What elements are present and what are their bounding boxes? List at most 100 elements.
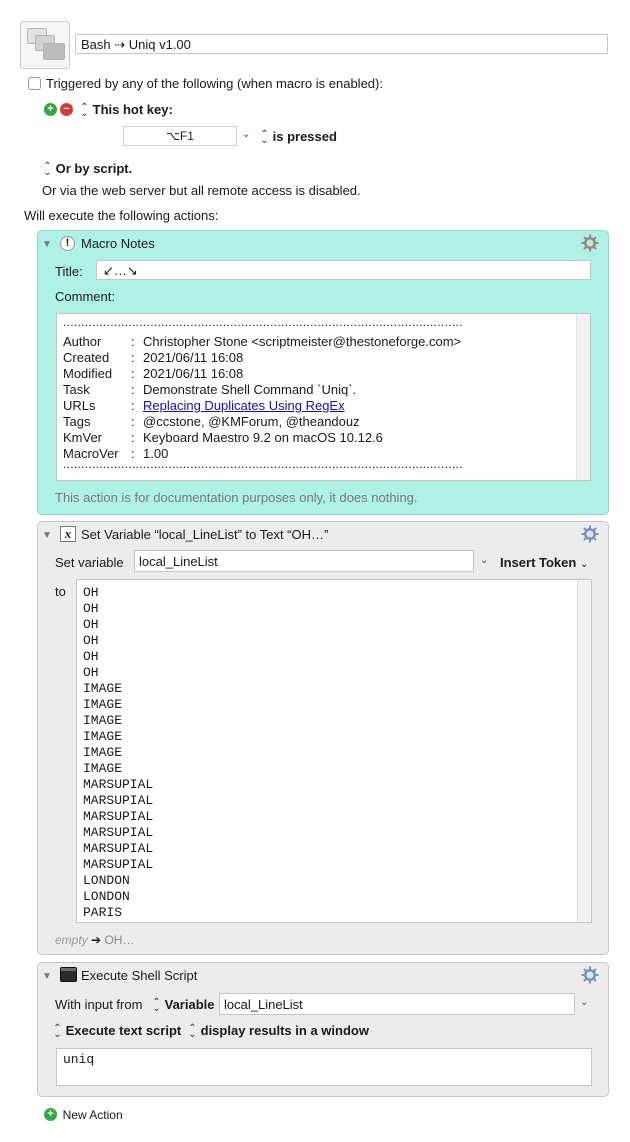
set-variable-label: Set variable <box>55 555 124 570</box>
gear-icon[interactable] <box>581 525 599 543</box>
chevron-down-icon: ⌄ <box>579 559 589 570</box>
disclosure-triangle-icon[interactable]: ▼ <box>42 530 52 541</box>
note-value: @ccstone, @KMForum, @theandouz <box>143 414 360 429</box>
updown-chevron-icon: ⌃ ⌄ <box>53 1022 62 1040</box>
chevron-down-icon[interactable]: ⌄ <box>242 129 250 140</box>
macro-notes-action[interactable]: ▼ ! Macro Notes Title: ↙…↘ Comment: ....… <box>37 230 609 515</box>
macro-icon-shape-3 <box>43 43 65 60</box>
note-separator: : <box>131 414 135 429</box>
execute-mode-popup[interactable]: ⌃ ⌄ Execute text script <box>53 1022 182 1040</box>
add-icon: + <box>44 1108 57 1122</box>
disclosure-triangle-icon[interactable]: ▼ <box>42 971 52 982</box>
arrow-right-icon: ➔ <box>91 933 102 947</box>
note-key: Task <box>63 382 90 397</box>
script-text-field[interactable]: uniq <box>56 1048 592 1086</box>
gear-icon[interactable] <box>581 966 599 984</box>
updown-chevron-icon: ⌃ ⌄ <box>260 128 269 146</box>
input-variable-field[interactable]: local_LineList <box>219 993 575 1015</box>
or-by-script-label: Or by script. <box>55 161 133 176</box>
note-value: 2021/06/11 16:08 <box>143 350 244 365</box>
variable-name-field[interactable]: local_LineList <box>134 550 474 572</box>
hotkey-field[interactable]: ⌥F1 <box>123 126 237 146</box>
text-line: IMAGE <box>83 681 123 696</box>
execute-shell-script-action[interactable]: ▼ Execute Shell Script With input from ⌃… <box>37 962 609 1097</box>
action-title: Set Variable “local_LineList” to Text “O… <box>81 527 329 542</box>
new-action-label: New Action <box>62 1107 123 1122</box>
macro-title-field[interactable]: Bash ⇢ Uniq v1.00 <box>75 34 608 54</box>
or-by-script-popup[interactable]: ⌃ ⌄ Or by script. <box>43 160 133 178</box>
text-line: PARIS <box>83 905 123 920</box>
exclamation-icon: ! <box>60 236 75 251</box>
title-label: Title: <box>55 264 83 279</box>
action-title: Execute Shell Script <box>81 968 198 983</box>
action-title: Macro Notes <box>81 236 155 251</box>
note-separator: : <box>131 334 135 349</box>
note-value: Keyboard Maestro 9.2 on macOS 10.12.6 <box>143 430 383 445</box>
updown-chevron-icon: ⌃ ⌄ <box>152 996 161 1014</box>
updown-chevron-icon: ⌃ ⌄ <box>43 160 52 178</box>
note-value: Demonstrate Shell Command `Uniq`. <box>143 382 357 397</box>
hotkey-trigger-popup[interactable]: ⌃ ⌄ This hot key: <box>80 102 173 118</box>
input-type-popup[interactable]: ⌃ ⌄ Variable <box>152 996 214 1014</box>
comment-field[interactable]: ........................................… <box>56 313 591 481</box>
empty-label: empty <box>55 933 88 947</box>
is-pressed-label: is pressed <box>272 129 337 144</box>
dotted-line-bottom: ........................................… <box>63 457 463 471</box>
note-separator: : <box>131 382 135 397</box>
text-line: OH <box>83 617 99 632</box>
triggered-checkbox[interactable] <box>28 77 41 90</box>
note-key: Modified <box>63 366 113 381</box>
new-action-button[interactable]: + New Action <box>44 1106 123 1122</box>
notes-footer: This action is for documentation purpose… <box>55 490 418 505</box>
is-pressed-popup[interactable]: ⌃ ⌄ is pressed <box>260 128 337 146</box>
note-key: URLs <box>63 398 96 413</box>
chevron-down-icon[interactable]: ⌄ <box>480 555 488 566</box>
text-line: MARSUPIAL <box>83 825 154 840</box>
text-line: IMAGE <box>83 761 123 776</box>
display-mode-label: display results in a window <box>200 1023 369 1038</box>
note-value: 2021/06/11 16:08 <box>143 366 244 381</box>
add-trigger-icon[interactable]: + <box>44 103 57 116</box>
text-line: LONDON <box>83 873 130 888</box>
text-lines: OH OH OH OH OH OH IMAGE IMAGE IMAGE IMAGE IMAGE IMA… <box>83 585 563 920</box>
terminal-icon <box>60 967 77 982</box>
preview-value: OH… <box>104 933 135 947</box>
note-url-link[interactable]: Replacing Duplicates Using RegEx <box>143 398 345 413</box>
text-line: IMAGE <box>83 713 123 728</box>
text-line: OH <box>83 665 99 680</box>
web-server-text: Or via the web server but all remote acc… <box>42 183 361 198</box>
note-key: KmVer <box>63 430 103 445</box>
note-key: Created <box>63 350 110 365</box>
note-rows: Author: Christopher Stone <scriptmeister@… <box>63 334 583 464</box>
dotted-line-top: ........................................… <box>63 315 463 329</box>
note-separator: : <box>131 430 135 445</box>
display-mode-popup[interactable]: ⌃ ⌄ display results in a window <box>188 1022 369 1040</box>
insert-token-menu[interactable]: Insert Token ⌄ <box>500 555 588 570</box>
comment-scrollbar[interactable] <box>576 314 590 480</box>
disclosure-triangle-icon[interactable]: ▼ <box>42 239 52 250</box>
to-label: to <box>55 584 66 599</box>
updown-chevron-icon: ⌃ ⌄ <box>188 1022 197 1040</box>
note-key: Tags <box>63 414 91 429</box>
notes-title-field[interactable]: ↙…↘ <box>96 260 591 280</box>
text-value-field[interactable]: OH OH OH OH OH OH IMAGE IMAGE IMAGE IMAGE IMAGE IMA… <box>76 579 592 923</box>
set-variable-action[interactable]: ▼ x Set Variable “local_LineList” to Tex… <box>37 521 609 955</box>
text-line: MARSUPIAL <box>83 793 154 808</box>
note-separator: : <box>131 350 135 365</box>
chevron-down-icon[interactable]: ⌄ <box>580 997 588 1008</box>
text-line: OH <box>83 585 99 600</box>
text-line: MARSUPIAL <box>83 809 154 824</box>
result-preview: empty ➔ OH… <box>55 933 134 947</box>
text-line: OH <box>83 633 99 648</box>
will-execute-label: Will execute the following actions: <box>24 208 219 223</box>
text-line: MARSUPIAL <box>83 857 154 872</box>
execute-mode-label: Execute text script <box>65 1023 182 1038</box>
macro-group-icon[interactable] <box>20 21 70 69</box>
remove-trigger-icon[interactable]: − <box>60 103 73 116</box>
text-line: OH <box>83 649 99 664</box>
text-scrollbar[interactable] <box>577 580 591 922</box>
text-line: MARSUPIAL <box>83 841 154 856</box>
text-line: OH <box>83 601 99 616</box>
text-line: LONDON <box>83 889 130 904</box>
gear-icon[interactable] <box>581 234 599 252</box>
